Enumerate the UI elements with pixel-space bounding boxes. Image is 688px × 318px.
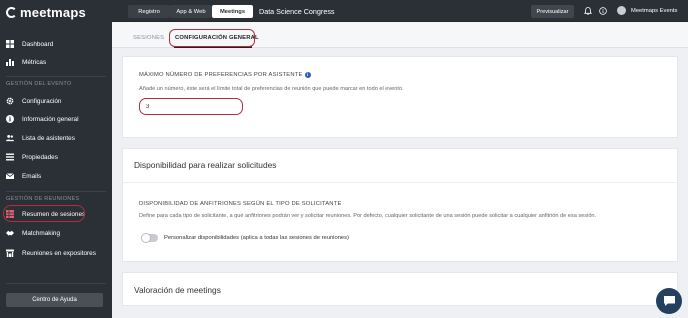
sidebar-item-matchmaking[interactable]: Matchmaking (0, 225, 112, 241)
tab-app-web[interactable]: App & Web (170, 5, 212, 18)
max-preferences-card: MÁXIMO NÚMERO DE PREFERENCIAS POR ASISTE… (122, 56, 678, 138)
availability-subtitle: DISPONIBILIDAD DE ANFITRIONES SEGÚN EL T… (139, 201, 342, 207)
sidebar-item-informacion-general[interactable]: Información general (0, 111, 112, 127)
max-preferences-label-text: MÁXIMO NÚMERO DE PREFERENCIAS POR ASISTE… (139, 72, 303, 78)
dashboard-icon (6, 40, 14, 48)
meetmaps-logo-icon (6, 6, 17, 18)
max-preferences-input[interactable] (139, 98, 243, 115)
bar-chart-icon (6, 58, 14, 66)
sidebar: meetmaps Dashboard Métricas GESTIÓN DEL … (0, 0, 112, 318)
sidebar-item-label: Métricas (22, 58, 47, 66)
highlight-circle (169, 29, 255, 47)
sidebar-divider (6, 76, 106, 77)
event-title: Data Science Congress (259, 7, 335, 16)
people-icon (6, 134, 14, 142)
sidebar-item-label: Matchmaking (22, 229, 61, 237)
highlight-circle (3, 205, 85, 222)
sidebar-item-configuracion[interactable]: Configuración (0, 93, 112, 109)
availability-title: Disponibilidad para realizar solicitudes (134, 160, 277, 170)
brand-logo[interactable]: meetmaps (6, 4, 86, 20)
sidebar-item-label: Emails (22, 172, 42, 180)
max-preferences-help: Añade un número, éste será el límite tot… (139, 86, 404, 92)
sidebar-item-dashboard[interactable]: Dashboard (0, 36, 112, 52)
rating-title: Valoración de meetings (134, 285, 221, 295)
sidebar-item-label: Configuración (22, 97, 62, 105)
mail-icon (6, 172, 14, 180)
brand-name: meetmaps (20, 4, 86, 20)
sidebar-item-label: Reuniones en expositores (22, 249, 96, 257)
rating-card: Valoración de meetings (122, 272, 678, 306)
availability-card: Disponibilidad para realizar solicitudes… (122, 148, 679, 262)
gear-icon (6, 97, 14, 105)
info-circle-icon[interactable] (599, 7, 607, 15)
customize-availability-toggle[interactable] (141, 233, 158, 243)
sidebar-item-label: Información general (22, 115, 79, 123)
preview-button[interactable]: Previsualizar (531, 5, 574, 18)
handshake-icon (6, 229, 14, 237)
sidebar-item-label: Propiedades (22, 153, 58, 161)
section-label-meetings: GESTIÓN DE REUNIONES (6, 196, 80, 202)
sidebar-divider (6, 191, 106, 192)
info-icon (6, 115, 14, 123)
sidebar-item-lista-asistentes[interactable]: Lista de asistentes (0, 130, 112, 146)
tab-sesiones[interactable]: SESIONES (133, 35, 164, 41)
card-divider (123, 182, 679, 183)
list-icon (6, 153, 14, 161)
sidebar-item-propiedades[interactable]: Propiedades (0, 149, 112, 165)
availability-help: Define para cada tipo de solicitante, a … (139, 213, 597, 219)
sidebar-item-reuniones-expositores[interactable]: Reuniones en expositores (0, 245, 112, 261)
account-name[interactable]: Meetmaps Events (631, 8, 677, 14)
info-icon[interactable]: i (304, 72, 311, 78)
customize-availability-label[interactable]: Personalizar disponibilidades (aplica a … (164, 235, 349, 241)
section-label-event: GESTIÓN DEL EVENTO (6, 81, 72, 87)
toggle-knob (141, 233, 151, 243)
booth-icon (6, 249, 14, 257)
sidebar-divider (6, 283, 106, 284)
chat-bubble-icon (663, 296, 675, 306)
avatar[interactable] (617, 6, 626, 15)
sidebar-item-metricas[interactable]: Métricas (0, 54, 112, 70)
sidebar-item-emails[interactable]: Emails (0, 168, 112, 184)
max-preferences-label: MÁXIMO NÚMERO DE PREFERENCIAS POR ASISTE… (139, 72, 311, 78)
help-center-button[interactable]: Centro de Ayuda (6, 293, 103, 307)
tab-registro[interactable]: Registro (128, 5, 170, 18)
tab-meetings[interactable]: Meetings (212, 5, 253, 18)
sidebar-item-label: Dashboard (22, 40, 54, 48)
sidebar-item-label: Lista de asistentes (22, 134, 75, 142)
chat-button[interactable] (656, 288, 682, 314)
bell-icon[interactable] (584, 7, 592, 15)
top-bar: Registro App & Web Meetings Data Science… (112, 0, 688, 22)
